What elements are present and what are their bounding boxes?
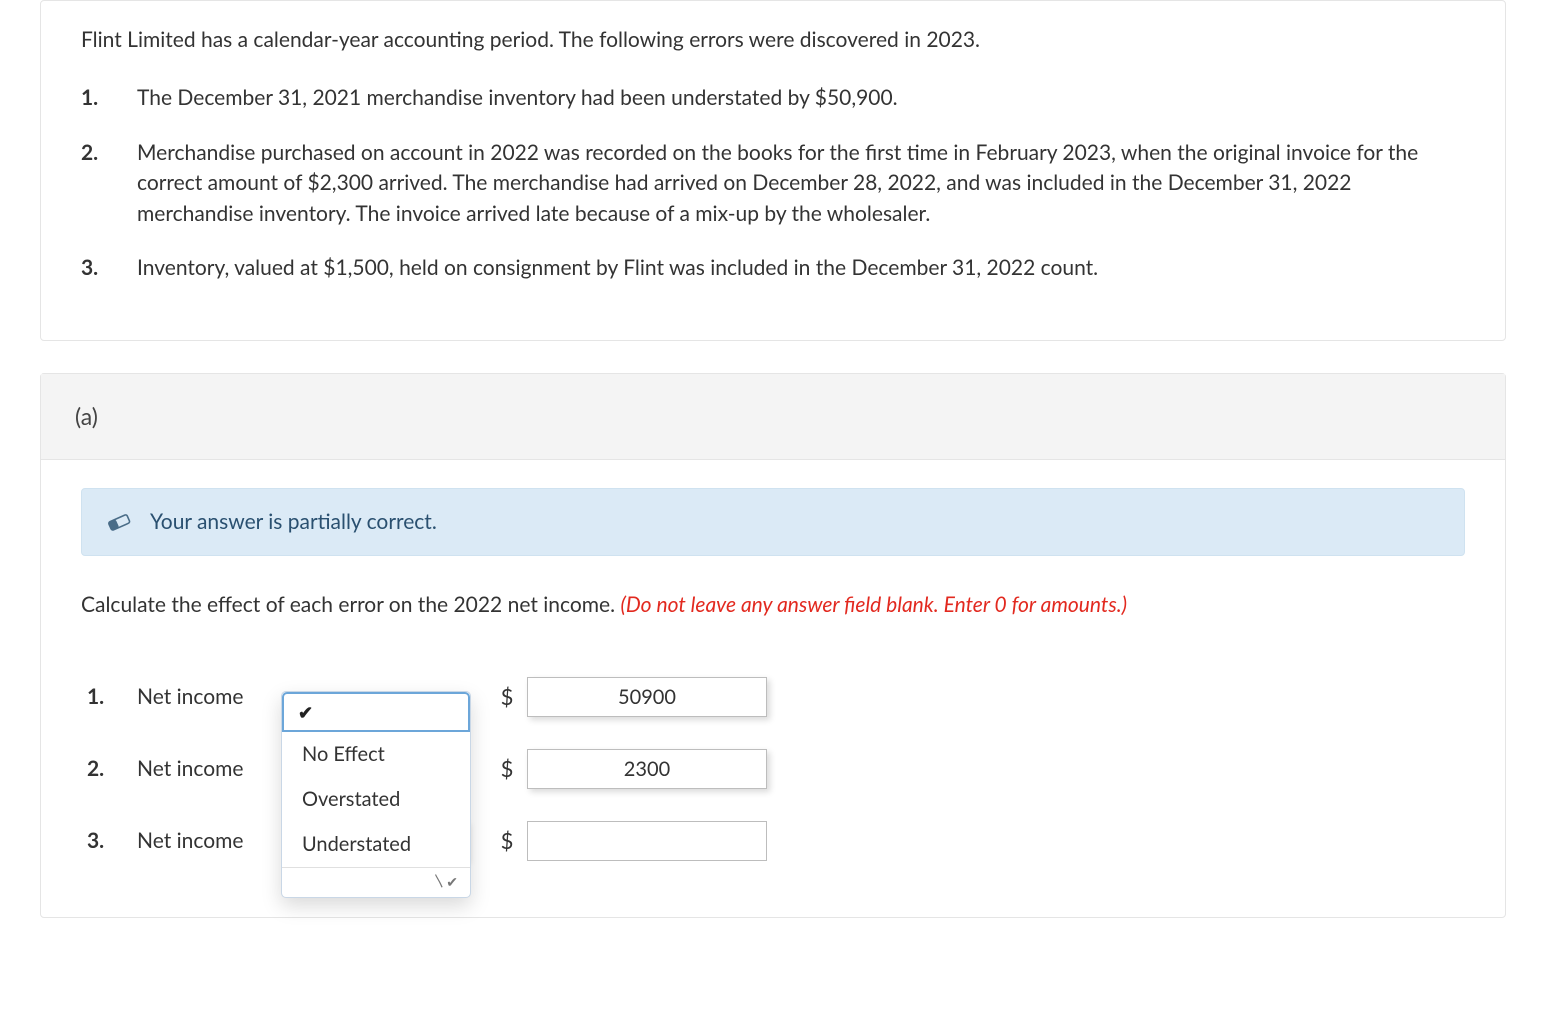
item-number: 2.	[81, 138, 137, 229]
part-card: (a) Your answer is partially correct. Ca…	[40, 373, 1506, 918]
select-option-overstated[interactable]: Overstated	[282, 777, 470, 822]
currency-symbol: $	[487, 753, 527, 785]
question-list: 1. The December 31, 2021 merchandise inv…	[81, 83, 1465, 283]
row-label: Net income	[137, 682, 287, 712]
instruction-warning: (Do not leave any answer field blank. En…	[620, 592, 1127, 617]
currency-symbol: $	[487, 825, 527, 857]
effect-select-open[interactable]: ✔ No Effect Overstated Understated 〵✔	[281, 691, 471, 898]
question-item: 2. Merchandise purchased on account in 2…	[81, 138, 1465, 229]
select-option-no-effect[interactable]: No Effect	[282, 732, 470, 777]
part-instruction: Calculate the effect of each error on th…	[81, 590, 1465, 620]
row-number: 1.	[81, 682, 137, 712]
item-text: Inventory, valued at $1,500, held on con…	[137, 253, 1465, 283]
amount-input-3[interactable]	[527, 821, 767, 861]
select-option-understated[interactable]: Understated	[282, 822, 470, 867]
question-card: Flint Limited has a calendar-year accoun…	[40, 0, 1506, 341]
question-item: 3. Inventory, valued at $1,500, held on …	[81, 253, 1465, 283]
item-text: Merchandise purchased on account in 2022…	[137, 138, 1465, 229]
amount-input-1[interactable]	[527, 677, 767, 717]
select-current[interactable]: ✔	[282, 692, 470, 732]
eraser-icon	[106, 512, 132, 532]
question-item: 1. The December 31, 2021 merchandise inv…	[81, 83, 1465, 113]
row-label: Net income	[137, 826, 287, 856]
instruction-text: Calculate the effect of each error on th…	[81, 592, 620, 617]
amount-input-2[interactable]	[527, 749, 767, 789]
chevron-down-icon: 〵✔	[432, 872, 458, 892]
row-label: Net income	[137, 754, 287, 784]
feedback-text: Your answer is partially correct.	[150, 507, 437, 537]
row-number: 2.	[81, 754, 137, 784]
check-icon: ✔	[298, 699, 313, 725]
item-number: 1.	[81, 83, 137, 113]
part-header: (a)	[41, 374, 1505, 460]
feedback-banner: Your answer is partially correct.	[81, 488, 1465, 556]
item-text: The December 31, 2021 merchandise invent…	[137, 83, 1465, 113]
question-intro: Flint Limited has a calendar-year accoun…	[81, 25, 1465, 55]
answer-rows: 1. Net income ✔ No Effect Overstated Und…	[81, 661, 1465, 877]
item-number: 3.	[81, 253, 137, 283]
select-tail[interactable]: 〵✔	[282, 867, 470, 897]
row-number: 3.	[81, 826, 137, 856]
answer-row-1: 1. Net income ✔ No Effect Overstated Und…	[81, 661, 1465, 733]
currency-symbol: $	[487, 681, 527, 713]
